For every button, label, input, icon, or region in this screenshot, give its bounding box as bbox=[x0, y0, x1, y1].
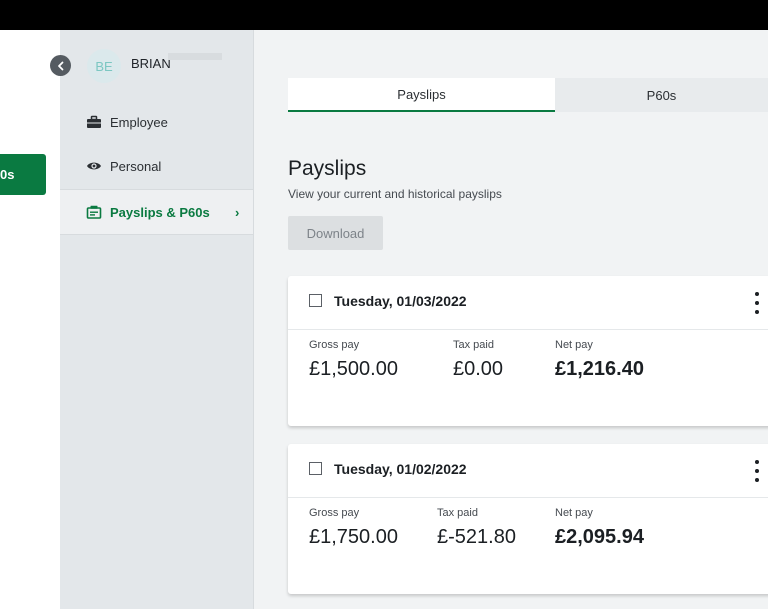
card-header: Tuesday, 01/02/2022 bbox=[288, 444, 768, 498]
sidebar-item-employee[interactable]: Employee bbox=[60, 100, 253, 144]
payslip-date: Tuesday, 01/03/2022 bbox=[334, 293, 467, 309]
sidebar: BE BRIAN Employee Personal Payslips & P6… bbox=[60, 30, 254, 609]
gross-pay-label: Gross pay bbox=[309, 339, 360, 351]
main-content: Payslips P60s Payslips View your current… bbox=[254, 30, 768, 609]
eye-icon bbox=[87, 162, 101, 170]
tax-paid-value: £-521.80 bbox=[437, 526, 516, 548]
gross-pay-label: Gross pay bbox=[309, 507, 360, 519]
page-title: Payslips bbox=[288, 157, 367, 180]
net-pay-value: £1,216.40 bbox=[555, 358, 644, 380]
rail-item-label: 0s bbox=[0, 167, 15, 182]
user-header: BE BRIAN bbox=[60, 30, 253, 90]
chevron-left-icon bbox=[57, 61, 63, 70]
page-subtitle: View your current and historical payslip… bbox=[288, 187, 502, 201]
tax-paid-label: Tax paid bbox=[453, 339, 494, 351]
net-pay-label: Net pay bbox=[555, 339, 593, 351]
tab-payslips[interactable]: Payslips bbox=[288, 78, 555, 112]
sidebar-item-payslips[interactable]: Payslips & P60s › bbox=[60, 189, 253, 235]
select-checkbox[interactable] bbox=[309, 462, 322, 475]
user-name: BRIAN bbox=[131, 56, 171, 71]
card-header: Tuesday, 01/03/2022 bbox=[288, 276, 768, 330]
more-options-icon[interactable] bbox=[754, 292, 760, 314]
payslip-card[interactable]: Tuesday, 01/03/2022 Gross pay £1,500.00 … bbox=[288, 276, 768, 426]
sidebar-item-label: Employee bbox=[110, 114, 168, 130]
avatar: BE bbox=[87, 49, 121, 83]
sidebar-item-personal[interactable]: Personal bbox=[60, 144, 253, 188]
tab-bar: Payslips P60s bbox=[288, 78, 768, 112]
more-options-icon[interactable] bbox=[754, 460, 760, 482]
net-pay-value: £2,095.94 bbox=[555, 526, 644, 548]
payslip-icon bbox=[86, 205, 102, 219]
tab-p60s[interactable]: P60s bbox=[555, 78, 768, 112]
sidebar-item-label: Payslips & P60s bbox=[110, 204, 210, 220]
sidebar-item-label: Personal bbox=[110, 158, 162, 174]
download-button[interactable]: Download bbox=[288, 216, 383, 250]
top-bar bbox=[0, 0, 768, 30]
left-rail bbox=[0, 30, 60, 609]
briefcase-icon bbox=[87, 115, 101, 128]
tax-paid-label: Tax paid bbox=[437, 507, 478, 519]
gross-pay-value: £1,500.00 bbox=[309, 358, 398, 380]
gross-pay-value: £1,750.00 bbox=[309, 526, 398, 548]
chevron-right-icon: › bbox=[235, 204, 240, 220]
collapse-sidebar-button[interactable] bbox=[50, 55, 71, 76]
rail-item-payslips[interactable]: 0s bbox=[0, 154, 46, 195]
tax-paid-value: £0.00 bbox=[453, 358, 504, 380]
payslip-date: Tuesday, 01/02/2022 bbox=[334, 461, 467, 477]
payslip-card[interactable]: Tuesday, 01/02/2022 Gross pay £1,750.00 … bbox=[288, 444, 768, 594]
redacted-text bbox=[168, 53, 222, 60]
net-pay-label: Net pay bbox=[555, 507, 593, 519]
select-checkbox[interactable] bbox=[309, 294, 322, 307]
